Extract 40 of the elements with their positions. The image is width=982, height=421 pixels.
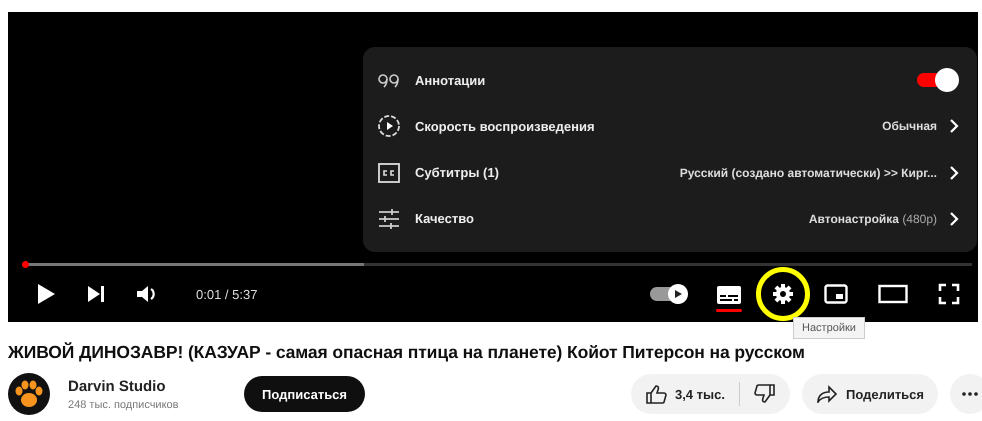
- miniplayer-button[interactable]: [824, 284, 848, 304]
- tooltip: Настройки: [793, 317, 865, 339]
- next-button[interactable]: [86, 285, 106, 303]
- setting-label[interactable]: Качество: [415, 211, 474, 226]
- setting-value: Автонастройка (480p): [808, 212, 937, 226]
- chevron-right-icon: [949, 164, 959, 181]
- time-display: 0:01 / 5:37: [196, 286, 258, 302]
- video-title: ЖИВОЙ ДИНОЗАВР! (КАЗУАР - самая опасная птица на планете) Койот Питерсон на русском: [8, 342, 806, 363]
- play-icon: [673, 289, 683, 299]
- channel-avatar[interactable]: [8, 373, 50, 415]
- progress-bar[interactable]: [22, 263, 972, 266]
- share-button[interactable]: Поделиться: [802, 374, 938, 414]
- settings-button[interactable]: [772, 283, 794, 305]
- more-dots-icon: [962, 392, 978, 396]
- thumbs-up-icon: [644, 384, 667, 404]
- setting-value: Обычная: [882, 119, 937, 134]
- subscribe-button[interactable]: Подписаться: [244, 376, 366, 412]
- fullscreen-button[interactable]: [938, 283, 960, 305]
- autoplay-toggle[interactable]: [650, 287, 686, 301]
- setting-value: Русский (создано автоматически) >> Кирг...: [680, 166, 937, 180]
- quote-icon: [377, 72, 401, 88]
- theater-mode-button[interactable]: [878, 284, 908, 304]
- setting-label[interactable]: Субтитры (1): [415, 165, 499, 180]
- chevron-right-icon: [949, 118, 959, 134]
- subscriber-count: 248 тыс. подписчиков: [68, 398, 180, 410]
- setting-label[interactable]: Скорость воспроизведения: [415, 118, 595, 134]
- like-button[interactable]: 3,4 тыс.: [630, 374, 739, 414]
- sliders-icon: [377, 208, 401, 230]
- cc-icon: [377, 162, 401, 183]
- play-circle-icon: [377, 114, 401, 138]
- scrubber-handle[interactable]: [22, 261, 29, 268]
- chevron-right-icon: [949, 210, 959, 227]
- toggle-switch[interactable]: [915, 68, 959, 92]
- thumbs-down-icon: [754, 384, 776, 404]
- play-button[interactable]: [36, 283, 56, 305]
- subtitles-button[interactable]: [716, 284, 742, 312]
- setting-label[interactable]: Аннотации: [415, 72, 486, 88]
- more-button[interactable]: [950, 374, 982, 414]
- share-arrow-icon: [816, 385, 838, 403]
- channel-name[interactable]: Darvin Studio: [68, 378, 228, 394]
